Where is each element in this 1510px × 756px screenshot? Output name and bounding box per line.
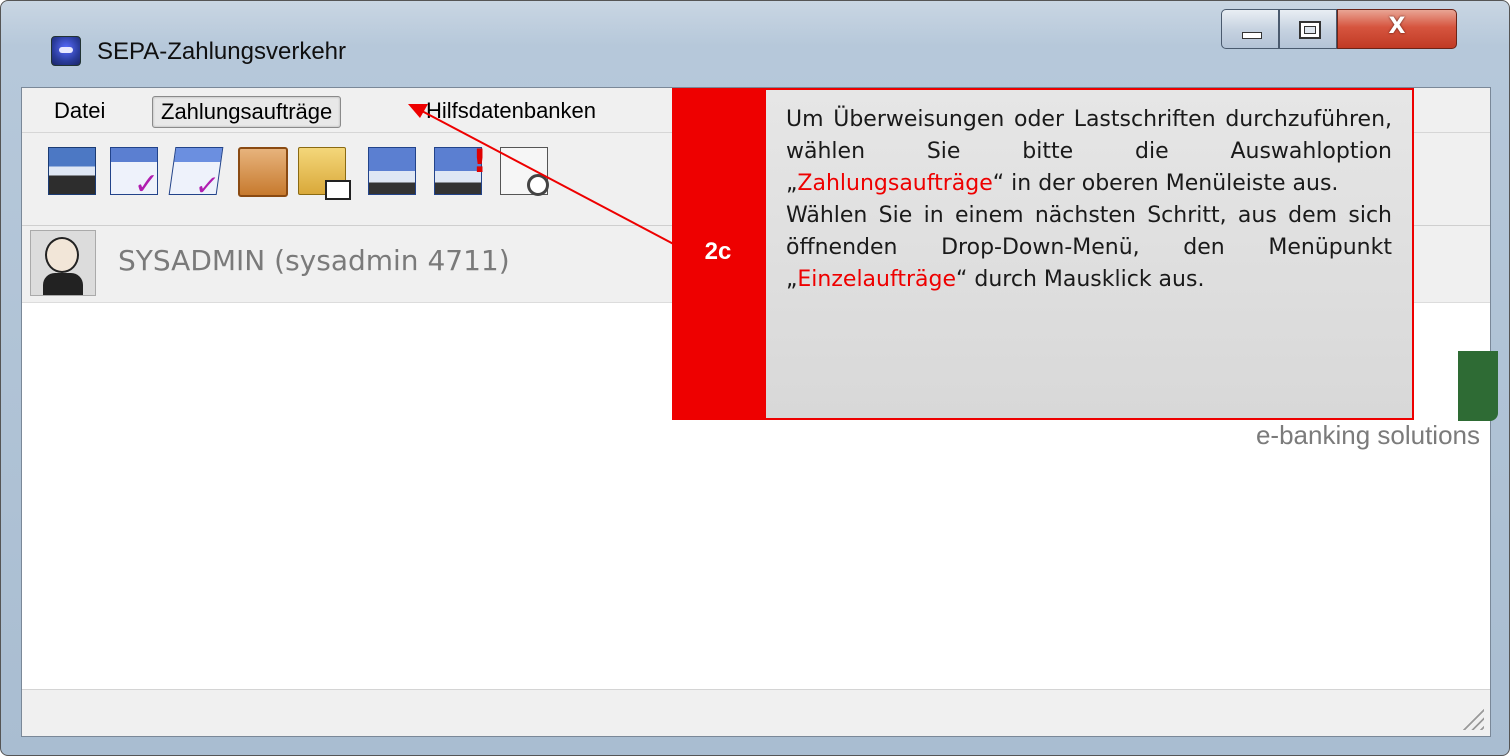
minimize-icon — [1242, 32, 1262, 39]
instruction-callout: 2c Um Überweisungen oder Lastschriften d… — [672, 88, 1414, 420]
maximize-icon — [1299, 21, 1321, 39]
form-check-icon[interactable] — [110, 147, 159, 202]
callout-text: Um Überweisungen oder Lastschriften durc… — [786, 104, 1392, 296]
multi-form-check-icon[interactable] — [168, 147, 224, 195]
menu-item-hilfsdatenbanken[interactable]: Hilfsdatenbanken — [418, 96, 604, 126]
avatar — [30, 230, 96, 296]
callout-highlight-zahlungsauftraege: Zahlungsaufträge — [797, 171, 993, 196]
app-icon — [51, 36, 81, 66]
box-icon[interactable] — [238, 147, 288, 197]
callout-text-part-4: “ durch Mausklick aus. — [956, 267, 1205, 292]
brand-logo — [1458, 351, 1498, 421]
brand-tagline: e-banking solutions — [1255, 420, 1480, 450]
user-label: SYSADMIN (sysadmin 4711) — [118, 244, 510, 277]
maximize-button[interactable] — [1279, 9, 1337, 49]
window-title: SEPA-Zahlungsverkehr — [97, 38, 346, 65]
search-document-icon[interactable] — [500, 147, 549, 196]
callout-step-tab: 2c — [672, 88, 764, 420]
folder-window-icon[interactable] — [298, 147, 351, 200]
keyboard-form-icon[interactable] — [48, 147, 96, 195]
close-icon: X — [1388, 14, 1406, 39]
minimize-button[interactable] — [1221, 9, 1279, 49]
menu-item-datei[interactable]: Datei — [46, 96, 113, 126]
status-bar — [22, 689, 1490, 736]
resize-grip-icon[interactable] — [1462, 708, 1484, 730]
callout-highlight-einzelauftraege: Einzelaufträge — [797, 267, 956, 292]
callout-body: Um Überweisungen oder Lastschriften durc… — [764, 88, 1414, 420]
menu-item-zahlungsauftraege[interactable]: Zahlungsaufträge — [152, 96, 342, 128]
callout-text-part-2: “ in der oberen Menüleiste aus. — [992, 171, 1339, 196]
title-bar[interactable]: SEPA-Zahlungsverkehr X — [1, 1, 1509, 87]
screen-alert-icon[interactable] — [434, 142, 487, 195]
screen-icon[interactable] — [368, 147, 416, 195]
close-button[interactable]: X — [1337, 9, 1457, 49]
callout-step-number: 2c — [704, 238, 732, 265]
